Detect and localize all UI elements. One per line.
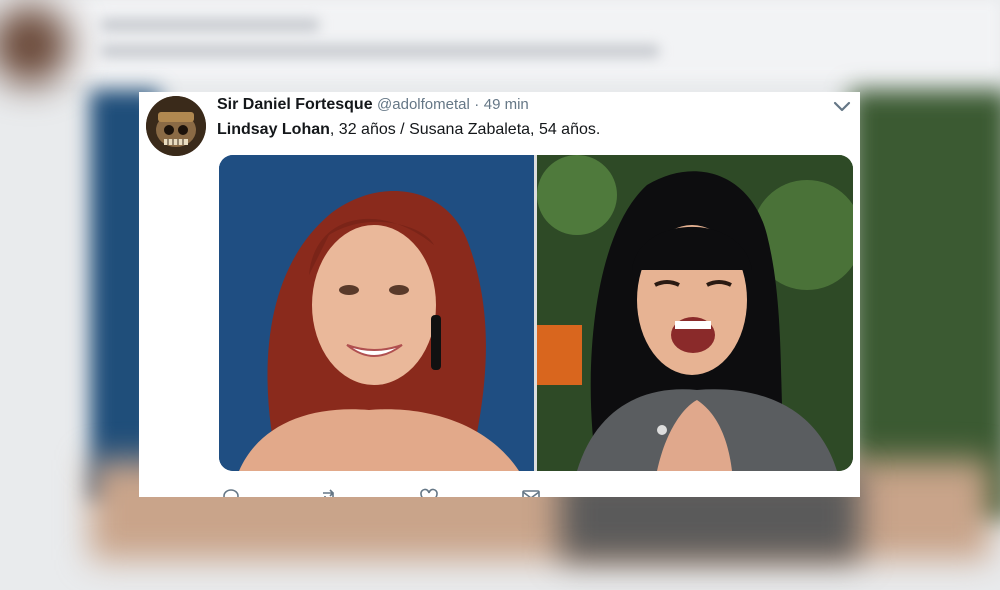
tweet-text-bold: Lindsay Lohan: [217, 121, 330, 138]
retweet-icon[interactable]: [319, 487, 343, 497]
tweet-text: Lindsay Lohan, 32 años / Susana Zabaleta…: [217, 121, 600, 139]
separator: ·: [474, 96, 480, 113]
chevron-down-icon[interactable]: [832, 96, 852, 116]
tweet-card[interactable]: Sir Daniel Fortesque @adolfometal · 49 m…: [139, 92, 860, 497]
tweet-actions: [219, 487, 619, 497]
tweet-header: Sir Daniel Fortesque @adolfometal · 49 m…: [217, 96, 529, 114]
avatar[interactable]: [146, 96, 206, 156]
photo-right[interactable]: [537, 155, 853, 471]
tweet-text-rest: , 32 años / Susana Zabaleta, 54 años.: [329, 121, 601, 138]
timestamp[interactable]: 49 min: [484, 96, 529, 113]
message-icon[interactable]: [521, 487, 545, 497]
reply-icon[interactable]: [221, 487, 245, 497]
media-grid: [219, 155, 853, 471]
like-icon[interactable]: [419, 487, 443, 497]
author-name[interactable]: Sir Daniel Fortesque: [217, 96, 373, 113]
author-handle[interactable]: @adolfometal: [377, 96, 470, 113]
photo-left[interactable]: [219, 155, 534, 471]
